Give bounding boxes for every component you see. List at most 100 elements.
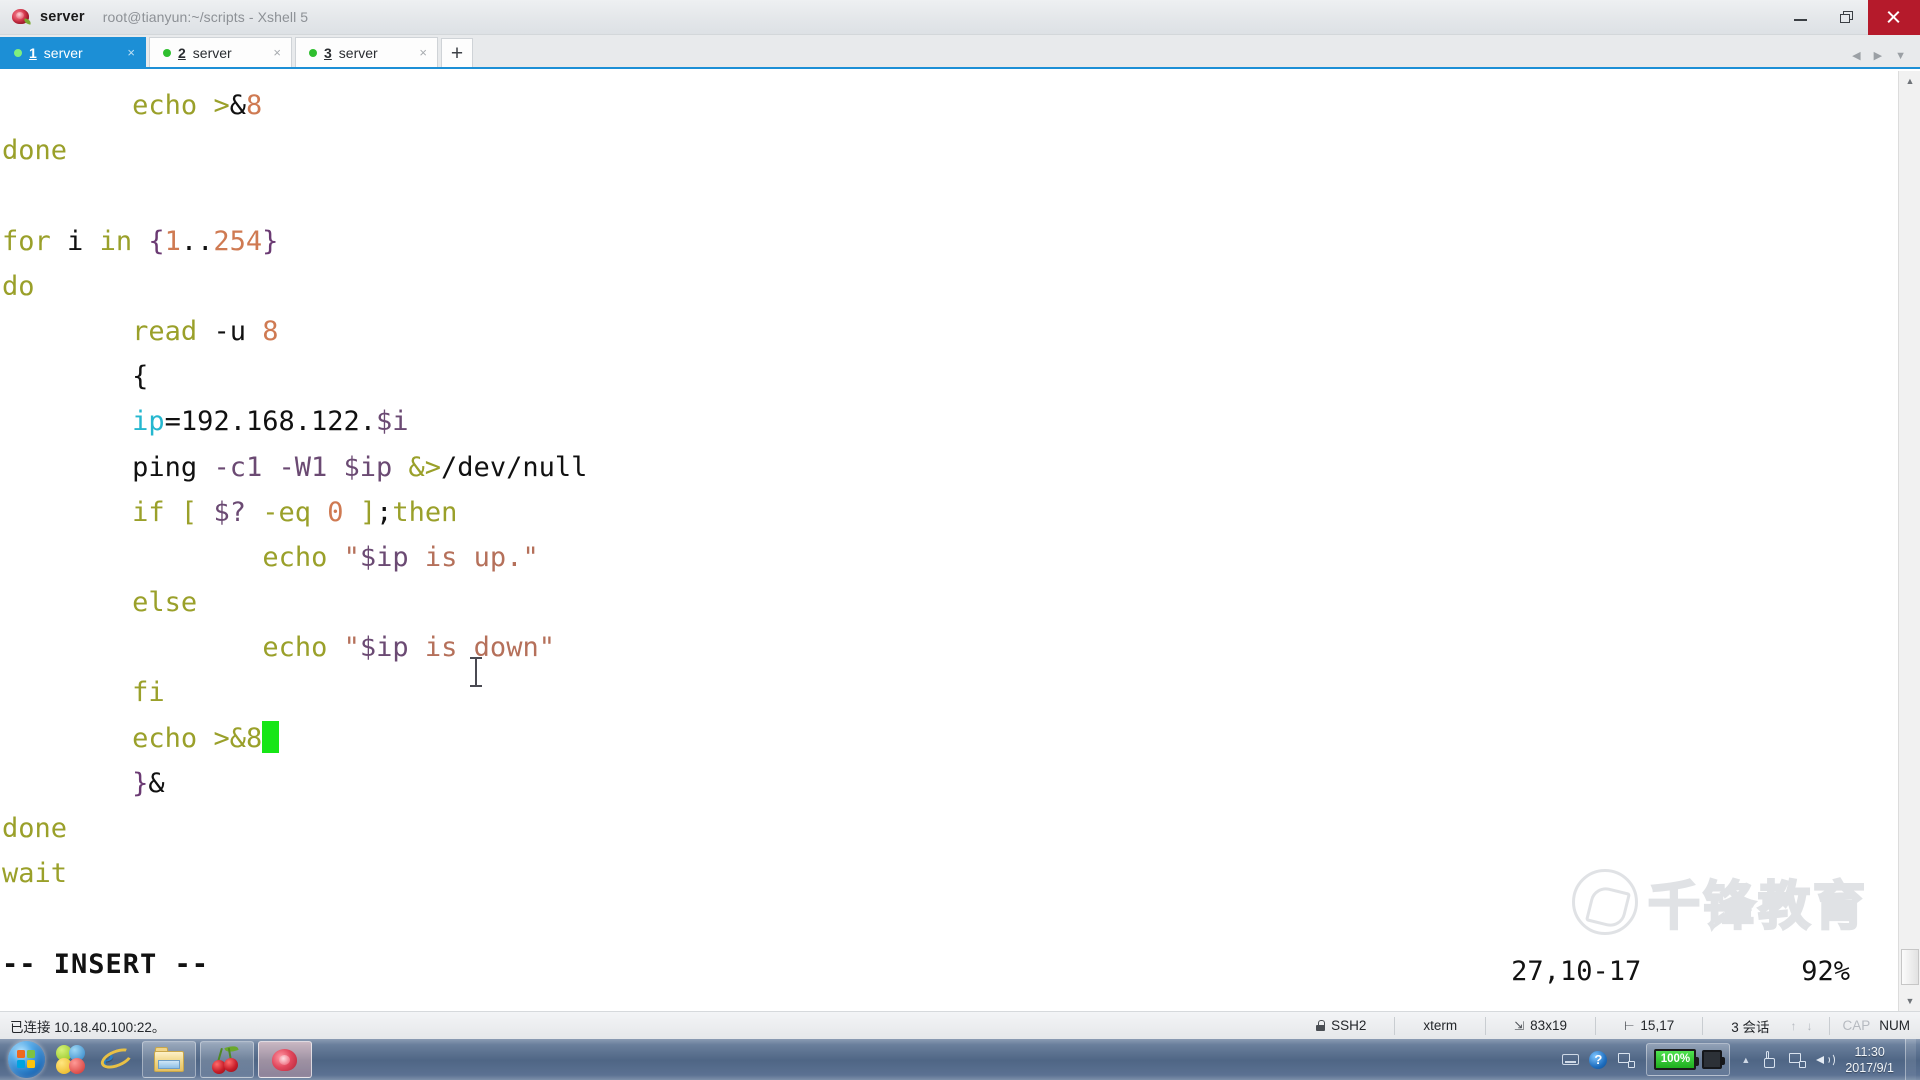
terminal-line: {: [0, 354, 1898, 399]
divider: [1594, 1016, 1596, 1035]
lock-icon: [1316, 1020, 1326, 1031]
scroll-up-icon[interactable]: ▲: [1899, 71, 1920, 91]
tab-close-icon[interactable]: ×: [259, 46, 281, 59]
tab-label: server: [192, 44, 232, 61]
tab-session-2[interactable]: 2 server ×: [149, 37, 292, 67]
tab-menu-icon[interactable]: ▼: [1895, 51, 1906, 62]
cursor-label: 15,17: [1640, 1018, 1675, 1033]
taskbar-item-xshell[interactable]: [258, 1041, 312, 1078]
tab-number: 1: [29, 44, 37, 61]
terminal-token: {: [148, 225, 165, 257]
tab-close-icon[interactable]: ×: [113, 46, 135, 59]
title-bar: server root@tianyun:~/scripts - Xshell 5: [0, 0, 1920, 35]
num-lock-indicator: NUM: [1879, 1018, 1910, 1033]
start-button[interactable]: [4, 1041, 48, 1079]
clock-time: 11:30: [1854, 1044, 1885, 1059]
tray-volume-icon[interactable]: [1814, 1047, 1836, 1073]
terminal-line: }&: [0, 761, 1898, 806]
terminal-token: done: [2, 813, 68, 844]
terminal-token: -eq: [262, 496, 312, 528]
terminal-token: 8: [245, 722, 263, 754]
terminal-token: ;: [376, 496, 393, 528]
scroll-down-icon[interactable]: ▼: [1899, 991, 1920, 1011]
terminal-token: -c1 -W1: [213, 451, 344, 483]
size-label: 83x19: [1530, 1018, 1567, 1033]
terminal-token: ": [343, 541, 360, 573]
terminal-token: fi: [132, 677, 165, 709]
tab-next-icon[interactable]: ▶: [1874, 51, 1882, 62]
terminal-token: read: [132, 315, 198, 347]
terminal-token: ": [343, 632, 360, 664]
tray-network-icon[interactable]: [1615, 1047, 1637, 1073]
new-tab-button[interactable]: +: [441, 38, 473, 67]
scrollbar-thumb[interactable]: [1901, 949, 1919, 985]
show-desktop-button[interactable]: [1905, 1039, 1916, 1080]
taskbar-item-internet-explorer[interactable]: e: [96, 1041, 138, 1078]
terminal-token: $i: [376, 406, 409, 438]
minimize-button[interactable]: [1778, 0, 1823, 35]
taskbar-clock[interactable]: 11:30 2017/9/1: [1839, 1044, 1905, 1076]
cherry-icon: [212, 1043, 242, 1074]
terminal-token: $ip: [359, 632, 409, 664]
cursor-icon: ⊢: [1623, 1018, 1635, 1033]
terminal-line: echo "$ip is up.": [0, 535, 1898, 580]
tab-session-3[interactable]: 3 server ×: [295, 37, 438, 67]
terminal-line: else: [0, 580, 1898, 625]
terminal-token: ..: [180, 225, 214, 257]
vim-status-line: -- INSERT -- 27,10-17 92%: [2, 949, 1900, 994]
terminal-token: 0: [327, 496, 344, 528]
status-cursor: ⊢ 15,17: [1624, 1018, 1674, 1033]
terminal-scrollbar[interactable]: ▲ ▼: [1898, 71, 1920, 1011]
status-indicators: SSH2 xterm ⇲ 83x19 ⊢ 15,17 3 会话 ↑ ↓ CAP …: [1300, 1016, 1920, 1036]
terminal-screen[interactable]: echo >&8 done for i in {1..254} do read -u 8…: [0, 69, 1898, 1011]
terminal-token: -u: [197, 315, 263, 347]
taskbar-item-cherry-app[interactable]: [200, 1041, 254, 1078]
tab-number: 3: [324, 44, 332, 61]
taskbar-item-file-explorer[interactable]: [142, 1041, 196, 1078]
terminal-token: done: [2, 135, 68, 167]
tray-safely-remove-icon[interactable]: [1758, 1047, 1780, 1073]
terminal-token: i: [50, 225, 100, 257]
vim-position-info: 27,10-17 92%: [1340, 949, 1900, 994]
show-hidden-icons-button[interactable]: ▲: [1741, 1055, 1750, 1065]
tray-network-status-icon[interactable]: [1786, 1047, 1808, 1073]
minimize-icon: [1794, 18, 1807, 21]
terminal-token: &>: [408, 451, 442, 483]
connection-status-dot: [163, 48, 171, 57]
battery-secondary-icon: [1702, 1050, 1726, 1069]
terminal-token: 8: [245, 90, 263, 121]
terminal-line: echo >&8: [0, 83, 1898, 128]
tab-close-icon[interactable]: ×: [405, 46, 427, 59]
terminal-line: wait: [0, 851, 1898, 896]
tab-label: server: [43, 44, 83, 61]
windows-logo-icon: [7, 1041, 45, 1078]
terminal-line: echo >&8: [0, 716, 1898, 761]
terminal-line: echo "$ip is down": [0, 625, 1898, 670]
tab-label: server: [338, 44, 378, 61]
tray-battery-group[interactable]: 100%: [1646, 1043, 1731, 1076]
media-balls-icon: [56, 1044, 86, 1075]
file-explorer-icon: [154, 1047, 184, 1072]
divider: [1485, 1016, 1487, 1035]
close-button[interactable]: [1868, 0, 1920, 35]
terminal-token: }: [132, 767, 149, 799]
tab-session-1[interactable]: 1 server ×: [0, 37, 146, 67]
terminal-line: read -u 8: [0, 309, 1898, 354]
tray-help-icon[interactable]: ?: [1587, 1047, 1609, 1073]
terminal-token: if: [132, 496, 165, 528]
terminal-token: >: [213, 722, 230, 754]
tray-keyboard-icon[interactable]: [1559, 1047, 1581, 1073]
terminal-token: wait: [2, 858, 68, 890]
terminal-line: fi: [0, 670, 1898, 715]
window-app-name: server: [40, 9, 85, 25]
tab-prev-icon[interactable]: ◀: [1852, 51, 1860, 62]
protocol-label: SSH2: [1331, 1018, 1367, 1033]
taskbar-item-media-balls[interactable]: [50, 1041, 92, 1078]
terminal-token: =192.168.122.: [164, 406, 376, 438]
restore-button[interactable]: [1823, 0, 1868, 35]
terminal-token: &: [229, 90, 246, 121]
